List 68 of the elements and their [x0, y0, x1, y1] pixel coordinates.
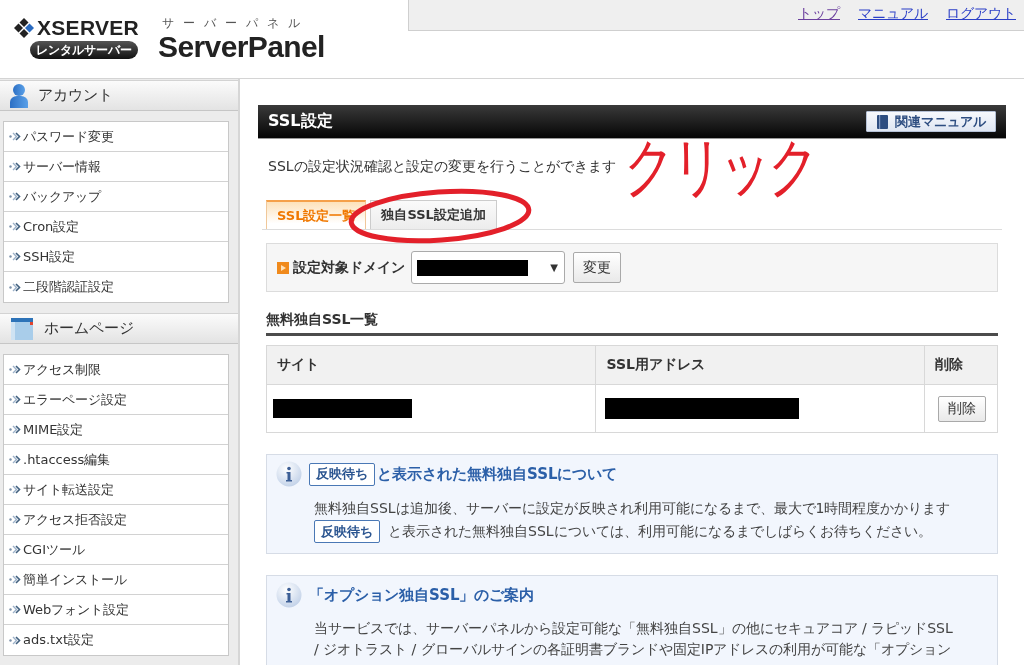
section-heading: 無料独自SSL一覧 [266, 311, 998, 336]
sidebar-item[interactable]: アクセス拒否設定 [4, 505, 228, 535]
sidebar-item[interactable]: サイト転送設定 [4, 475, 228, 505]
chevron-icon [9, 515, 21, 524]
sidebar-item[interactable]: MIME設定 [4, 415, 228, 445]
person-icon [10, 83, 28, 108]
sidebar-item[interactable]: SSH設定 [4, 242, 228, 272]
brand-name: XSERVER [37, 17, 140, 39]
chevron-icon [9, 192, 21, 201]
section-title: ホームページ [44, 319, 134, 338]
notice-text: と表示された無料独自SSLについては、利用可能になるまでしばらくお待ちください。 [388, 522, 932, 541]
chevron-icon [9, 545, 21, 554]
diamonds-icon [14, 18, 34, 38]
chevron-icon [9, 222, 21, 231]
chevron-icon [9, 605, 21, 614]
chevron-icon [9, 162, 21, 171]
table-header-cell: サイト [266, 345, 596, 385]
chevron-icon [9, 575, 21, 584]
notice-title: と表示された無料独自SSLについて [377, 464, 618, 484]
info-icon [276, 461, 302, 487]
description-text: SSLの設定状況確認と設定の変更を行うことができます [268, 157, 616, 175]
header-link[interactable]: ログアウト [946, 5, 1016, 23]
domain-label: 設定対象ドメイン [293, 258, 405, 277]
chevron-icon [9, 425, 21, 434]
status-badge: 反映待ち [314, 520, 380, 543]
change-button[interactable]: 変更 [573, 252, 621, 283]
chevron-icon [9, 395, 21, 404]
product-name: ServerPanel [158, 30, 325, 64]
sidebar-item[interactable]: バックアップ [4, 182, 228, 212]
table-header-cell: 削除 [924, 345, 998, 385]
domain-select[interactable]: ▼ [411, 251, 565, 284]
chevron-icon [9, 132, 21, 141]
sidebar-item[interactable]: Cron設定 [4, 212, 228, 242]
notice-text: 当サービスでは、サーバーパネルから設定可能な「無料独自SSL」の他にセキュアコア / ラピッドSSL / ジオトラスト / グローバルサインの各証明書ブランドや固定IPアドレスの利用が可能な「オプション [314, 619, 954, 659]
sidebar-item[interactable]: サーバー情報 [4, 152, 228, 182]
sidebar-item[interactable]: .htaccess編集 [4, 445, 228, 475]
notice-text: 無料独自SSLは追加後、サーバーに設定が反映され利用可能になるまで、最大で1時間程度かかります [314, 499, 951, 518]
annotation-text: クリック [624, 131, 816, 204]
chevron-icon [9, 365, 21, 374]
product-caption: サーバーパネル [161, 16, 310, 30]
notice-title: 「オプション独自SSL」のご案内 [309, 585, 535, 605]
sidebar-item[interactable]: アクセス制限 [4, 355, 228, 385]
info-icon [276, 582, 302, 608]
sidebar-item[interactable]: 二段階認証設定 [4, 272, 228, 302]
status-badge: 反映待ち [309, 462, 375, 486]
square-bullet-icon [277, 261, 289, 274]
header-link[interactable]: マニュアル [858, 5, 928, 23]
manual-button[interactable]: 関連マニュアル [866, 111, 996, 132]
sidebar-item[interactable]: エラーページ設定 [4, 385, 228, 415]
book-icon [877, 114, 888, 129]
chevron-icon [9, 282, 21, 292]
chevron-icon [9, 635, 21, 645]
tagline-badge: レンタルサーバー [30, 41, 138, 59]
sidebar-item[interactable]: ads.txt設定 [4, 625, 228, 655]
chevron-icon [9, 485, 21, 494]
table-header-cell: SSL用アドレス [595, 345, 925, 385]
window-icon [10, 316, 34, 341]
section-title: アカウント [38, 86, 113, 105]
sidebar-item[interactable]: 簡単インストール [4, 565, 228, 595]
header-link[interactable]: トップ [798, 5, 840, 23]
sidebar-item[interactable]: パスワード変更 [4, 122, 228, 152]
panel-title: SSL設定 [268, 111, 333, 132]
chevron-icon [9, 455, 21, 464]
chevron-icon [9, 252, 21, 261]
delete-button[interactable]: 削除 [938, 395, 987, 422]
sidebar-item[interactable]: CGIツール [4, 535, 228, 565]
tab[interactable]: 独自SSL設定追加 [370, 200, 497, 229]
sidebar-item[interactable]: Webフォント設定 [4, 595, 228, 625]
